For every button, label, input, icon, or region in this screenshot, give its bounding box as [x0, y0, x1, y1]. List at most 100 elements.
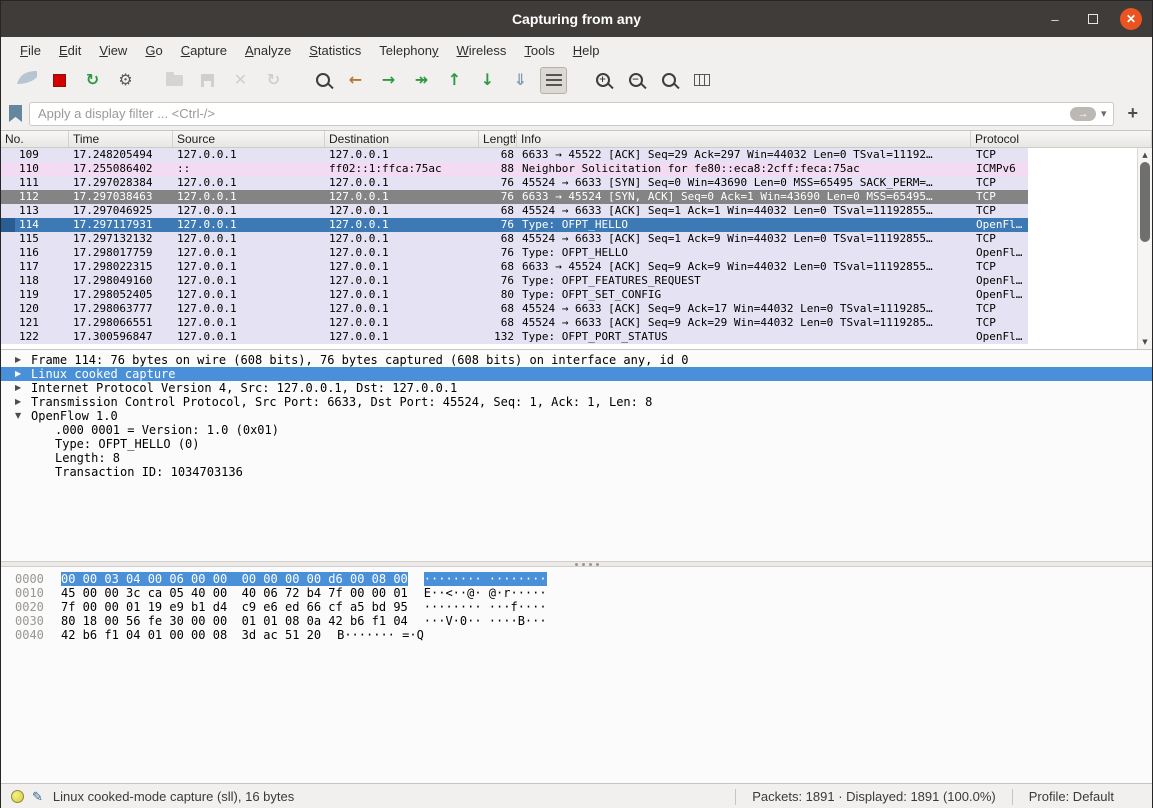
packet-row[interactable]: 116 17.298017759 127.0.0.1 127.0.0.1 76 Type:…	[1, 246, 1152, 260]
detail-row[interactable]: Type: OFPT_HELLO (0)	[1, 437, 1152, 451]
menu-tools[interactable]: Tools	[515, 39, 563, 62]
minimize-button[interactable]: –	[1044, 8, 1066, 30]
hex-ascii[interactable]: ········ ········	[423, 572, 547, 586]
open-file-button[interactable]	[161, 67, 188, 94]
menu-view[interactable]: View	[90, 39, 136, 62]
filter-bookmark-icon[interactable]	[9, 105, 22, 122]
packet-row[interactable]: 115 17.297132132 127.0.0.1 127.0.0.1 68 45524…	[1, 232, 1152, 246]
hex-bytes[interactable]: 42 b6 f1 04 01 00 00 08 3d ac 51 20	[61, 628, 321, 642]
zoom-out-button[interactable]: −	[622, 67, 649, 94]
detail-row[interactable]: .000 0001 = Version: 1.0 (0x01)	[1, 423, 1152, 437]
scrollbar-up-icon[interactable]: ▲	[1138, 151, 1152, 159]
packet-row[interactable]: 113 17.297046925 127.0.0.1 127.0.0.1 68 45524…	[1, 204, 1152, 218]
hex-row[interactable]: 0010 45 00 00 3c ca 05 40 00 40 06 72 b4 …	[1, 586, 1152, 600]
collapsed-arrow-icon[interactable]: ▶	[15, 353, 31, 367]
hex-bytes[interactable]: 45 00 00 3c ca 05 40 00 40 06 72 b4 7f 0…	[61, 586, 408, 600]
capture-options-button[interactable]: ⚙	[112, 67, 139, 94]
menu-statistics[interactable]: Statistics	[300, 39, 370, 62]
hex-bytes[interactable]: 00 00 03 04 00 06 00 00 00 00 00 00 d6 0…	[61, 572, 408, 586]
collapsed-arrow-icon[interactable]: ▶	[15, 367, 31, 381]
close-button[interactable]: ✕	[1120, 8, 1142, 30]
packet-row[interactable]: 122 17.300596847 127.0.0.1 127.0.0.1 132 Type…	[1, 330, 1152, 344]
menu-telephony[interactable]: Telephony	[370, 39, 447, 62]
menu-file[interactable]: File	[11, 39, 50, 62]
packet-row[interactable]: 119 17.298052405 127.0.0.1 127.0.0.1 80 Type:…	[1, 288, 1152, 302]
packet-row[interactable]: 110 17.255086402:: ff02::1:ffca:75ac 88 Neig…	[1, 162, 1152, 176]
column-header-no[interactable]: No.	[1, 131, 69, 147]
menu-go[interactable]: Go	[136, 39, 171, 62]
packet-row[interactable]: 109 17.248205494 127.0.0.1 127.0.0.1 68 6633 …	[1, 148, 1152, 162]
go-last-packet-button[interactable]: ↓	[474, 67, 501, 94]
packet-row[interactable]: 111 17.297028384 127.0.0.1 127.0.0.1 76 45524…	[1, 176, 1152, 190]
detail-row[interactable]: ▶ Linux cooked capture	[1, 367, 1152, 381]
detail-row[interactable]: Length: 8	[1, 451, 1152, 465]
restart-capture-button[interactable]: ↻	[79, 67, 106, 94]
expanded-arrow-icon[interactable]: ▼	[15, 409, 31, 423]
column-header-source[interactable]: Source	[173, 131, 325, 147]
packet-row[interactable]: 114 17.297117931 127.0.0.1 127.0.0.1 76 Type:…	[1, 218, 1152, 232]
collapsed-arrow-icon[interactable]: ▶	[15, 381, 31, 395]
packet-list-scrollbar[interactable]: ▲ ▼	[1137, 148, 1152, 349]
menu-edit[interactable]: Edit	[50, 39, 90, 62]
hex-row[interactable]: 0030 80 18 00 56 fe 30 00 00 01 01 08 0a …	[1, 614, 1152, 628]
column-header-length[interactable]: Length	[479, 131, 517, 147]
expert-info-icon[interactable]	[11, 790, 24, 803]
detail-row[interactable]: ▶ Transmission Control Protocol, Src Port…	[1, 395, 1152, 409]
column-header-info[interactable]: Info	[517, 131, 971, 147]
packet-row[interactable]: 120 17.298063777 127.0.0.1 127.0.0.1 68 45524…	[1, 302, 1152, 316]
hex-row[interactable]: 0020 7f 00 00 01 19 e9 b1 d4 c9 e6 ed 66 …	[1, 600, 1152, 614]
apply-filter-button[interactable]: →	[1069, 106, 1096, 121]
status-profile[interactable]: Profile: Default	[1013, 789, 1142, 804]
packet-row[interactable]: 118 17.298049160 127.0.0.1 127.0.0.1 76 Type:…	[1, 274, 1152, 288]
hex-row[interactable]: 0000 00 00 03 04 00 06 00 00 00 00 00 00 …	[1, 572, 1152, 586]
hex-row[interactable]: 0040 42 b6 f1 04 01 00 00 08 3d ac 51 20 B…	[1, 628, 1152, 642]
go-last-packet-icon: ↓	[480, 70, 495, 89]
zoom-original-button[interactable]	[655, 67, 682, 94]
column-header-time[interactable]: Time	[69, 131, 173, 147]
capture-comment-icon[interactable]: ✎	[32, 789, 43, 805]
go-back-button[interactable]: ←	[342, 67, 369, 94]
hex-bytes[interactable]: 80 18 00 56 fe 30 00 00 01 01 08 0a 42 b…	[61, 614, 408, 628]
scrollbar-down-icon[interactable]: ▼	[1138, 338, 1152, 346]
menu-analyze[interactable]: Analyze	[236, 39, 300, 62]
find-packet-button[interactable]	[309, 67, 336, 94]
start-capture-button[interactable]	[13, 67, 40, 94]
reload-file-button[interactable]: ↻	[260, 67, 287, 94]
menu-capture[interactable]: Capture	[172, 39, 236, 62]
auto-scroll-button[interactable]	[540, 66, 567, 94]
detail-row[interactable]: ▶ Internet Protocol Version 4, Src: 127.0…	[1, 381, 1152, 395]
menu-help[interactable]: Help	[564, 39, 609, 62]
scroll-to-bottom-button[interactable]: ⇓	[507, 67, 534, 94]
packet-row[interactable]: 121 17.298066551 127.0.0.1 127.0.0.1 68 45524…	[1, 316, 1152, 330]
detail-row[interactable]: ▶ Frame 114: 76 bytes on wire (608 bits),…	[1, 353, 1152, 367]
go-forward-button[interactable]: →	[375, 67, 402, 94]
column-header-protocol[interactable]: Protocol	[971, 131, 1152, 147]
close-file-button[interactable]: ✕	[227, 67, 254, 94]
start-capture-icon	[16, 70, 38, 90]
scrollbar-thumb[interactable]	[1140, 162, 1150, 242]
detail-row[interactable]: ▼ OpenFlow 1.0	[1, 409, 1152, 423]
resize-columns-button[interactable]	[688, 67, 715, 94]
go-to-packet-button[interactable]: ↠	[408, 67, 435, 94]
display-filter-input[interactable]	[30, 106, 1070, 121]
save-file-button[interactable]	[194, 67, 221, 94]
go-first-packet-button[interactable]: ↑	[441, 67, 468, 94]
column-header-destination[interactable]: Destination	[325, 131, 479, 147]
menu-wireless[interactable]: Wireless	[448, 39, 516, 62]
hex-ascii[interactable]: B······· =·Q	[337, 628, 431, 642]
collapsed-arrow-icon[interactable]: ▶	[15, 395, 31, 409]
hex-ascii[interactable]: E··<··@· @·r·····	[424, 586, 547, 600]
zoom-in-button[interactable]: +	[589, 67, 616, 94]
titlebar[interactable]: Capturing from any – ✕	[1, 1, 1152, 37]
filter-dropdown-icon[interactable]: ▾	[1101, 107, 1107, 120]
packet-row[interactable]: 117 17.298022315 127.0.0.1 127.0.0.1 68 6633 …	[1, 260, 1152, 274]
maximize-button[interactable]	[1082, 8, 1104, 30]
packet-row[interactable]: 112 17.297038463 127.0.0.1 127.0.0.1 76 6633 …	[1, 190, 1152, 204]
hex-ascii[interactable]: ···V·0·· ····B···	[424, 614, 547, 628]
detail-row[interactable]: Transaction ID: 1034703136	[1, 465, 1152, 479]
stop-capture-button[interactable]	[46, 67, 73, 94]
hex-ascii[interactable]: ········ ···f····	[424, 600, 547, 614]
resize-columns-icon	[693, 74, 710, 86]
hex-bytes[interactable]: 7f 00 00 01 19 e9 b1 d4 c9 e6 ed 66 cf a…	[61, 600, 408, 614]
add-filter-button[interactable]: +	[1121, 103, 1144, 124]
